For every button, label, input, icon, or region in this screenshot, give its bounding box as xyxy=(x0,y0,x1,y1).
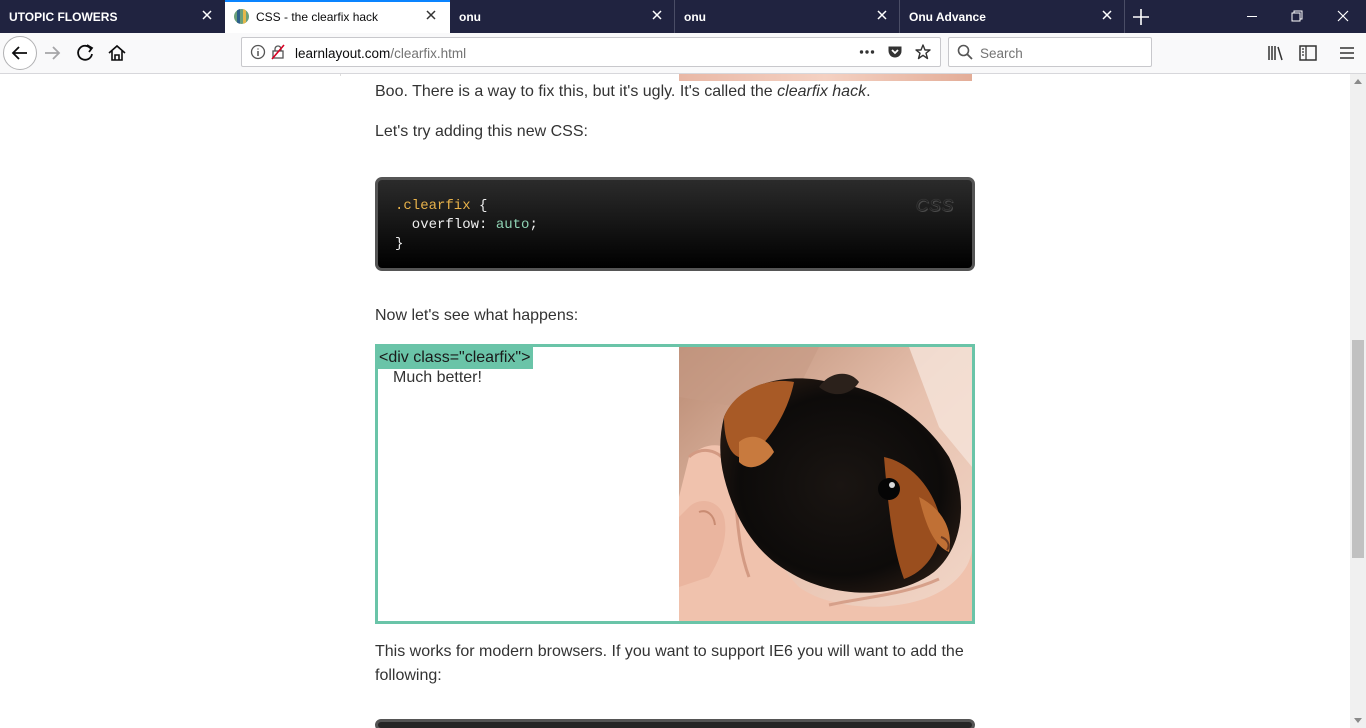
scroll-up-arrow-icon[interactable] xyxy=(1354,79,1362,84)
clearfix-demo-box: <div class="clearfix"> Much better! xyxy=(375,344,975,624)
tab-utopic-flowers[interactable]: UTOPIC FLOWERS xyxy=(0,0,225,33)
close-icon[interactable] xyxy=(874,7,890,23)
tab-title: onu xyxy=(459,10,481,24)
paragraph-try-css: Let's try adding this new CSS: xyxy=(375,123,588,140)
forward-arrow-icon[interactable] xyxy=(37,37,69,69)
tab-onu-advance[interactable]: Onu Advance xyxy=(900,0,1125,33)
paragraph-clearfix-intro: Boo. There is a way to fix this, but it'… xyxy=(375,80,871,104)
code-language-label: CSS xyxy=(916,196,954,215)
arrow-left-icon xyxy=(11,46,27,60)
code-semicolon: ; xyxy=(529,217,538,233)
search-field[interactable]: Search xyxy=(948,37,1152,67)
url-path: /clearfix.html xyxy=(390,46,467,61)
sidebar-toggle-icon[interactable] xyxy=(1294,39,1322,67)
css-code-block: .clearfix { overflow: auto; } CSS xyxy=(375,177,975,271)
code-value: auto xyxy=(495,217,530,233)
code-property: overflow: xyxy=(395,217,496,233)
guinea-pig-photo xyxy=(679,347,972,621)
tab-title: onu xyxy=(684,10,706,24)
reload-icon[interactable] xyxy=(69,37,101,69)
url-text[interactable]: learnlayout.com/clearfix.html xyxy=(295,46,466,61)
close-icon[interactable] xyxy=(199,7,215,23)
url-host: learnlayout.com xyxy=(295,46,391,61)
tab-separator xyxy=(1124,0,1125,33)
demo-text: Much better! xyxy=(393,369,482,386)
vertical-scrollbar[interactable] xyxy=(1350,74,1366,728)
scroll-down-arrow-icon[interactable] xyxy=(1354,718,1362,723)
paragraph-see-what-happens: Now let's see what happens: xyxy=(375,307,579,324)
page-divider xyxy=(340,74,341,76)
paragraph-text: Boo. There is a way to fix this, but it'… xyxy=(375,83,778,100)
search-placeholder: Search xyxy=(980,46,1023,61)
back-button[interactable] xyxy=(3,36,37,70)
hamburger-menu-icon[interactable] xyxy=(1333,39,1361,67)
tab-title: Onu Advance xyxy=(909,10,986,24)
close-icon[interactable] xyxy=(649,7,665,23)
code-selector: .clearfix xyxy=(395,198,471,214)
clearfix-tag-label: <div class="clearfix"> xyxy=(378,347,534,369)
tab-title: UTOPIC FLOWERS xyxy=(9,10,118,24)
new-tab-plus-icon[interactable] xyxy=(1131,7,1151,27)
search-icon xyxy=(957,44,973,60)
window-close-icon[interactable] xyxy=(1320,0,1366,33)
bookmark-star-icon[interactable] xyxy=(914,43,932,61)
navigation-toolbar: learnlayout.com/clearfix.html Search xyxy=(0,33,1366,74)
tab-title: CSS - the clearfix hack xyxy=(256,10,379,24)
info-icon[interactable] xyxy=(249,43,267,61)
clearfix-hack-emphasis: clearfix hack xyxy=(777,83,867,100)
page-viewport: Boo. There is a way to fix this, but it'… xyxy=(0,74,1350,728)
library-icon[interactable] xyxy=(1262,39,1290,67)
page-actions-ellipsis-icon[interactable] xyxy=(858,43,876,61)
address-bar[interactable]: learnlayout.com/clearfix.html xyxy=(241,37,941,67)
close-icon[interactable] xyxy=(1099,7,1115,23)
ie6-code-block-top xyxy=(375,719,975,728)
close-icon[interactable] xyxy=(423,7,439,23)
code-content: .clearfix { overflow: auto; } xyxy=(395,197,538,254)
tab-onu-2[interactable]: onu xyxy=(675,0,900,33)
paragraph-text: . xyxy=(866,83,871,100)
tab-css-clearfix-hack[interactable]: CSS - the clearfix hack xyxy=(225,0,450,33)
minimize-icon[interactable] xyxy=(1229,0,1275,33)
code-brace: } xyxy=(395,236,404,252)
code-brace: { xyxy=(470,198,488,214)
guinea-pig-in-hand-image xyxy=(679,347,972,621)
tab-strip: UTOPIC FLOWERS CSS - the clearfix hack o… xyxy=(0,0,1366,33)
restore-icon[interactable] xyxy=(1274,0,1320,33)
scrollbar-thumb[interactable] xyxy=(1352,340,1364,558)
tab-onu[interactable]: onu xyxy=(450,0,675,33)
insecure-lock-icon[interactable] xyxy=(269,43,287,61)
site-favicon-icon xyxy=(234,9,249,24)
paragraph-ie6-support: This works for modern browsers. If you w… xyxy=(375,643,964,684)
home-icon[interactable] xyxy=(101,37,133,69)
pocket-icon[interactable] xyxy=(886,43,904,61)
